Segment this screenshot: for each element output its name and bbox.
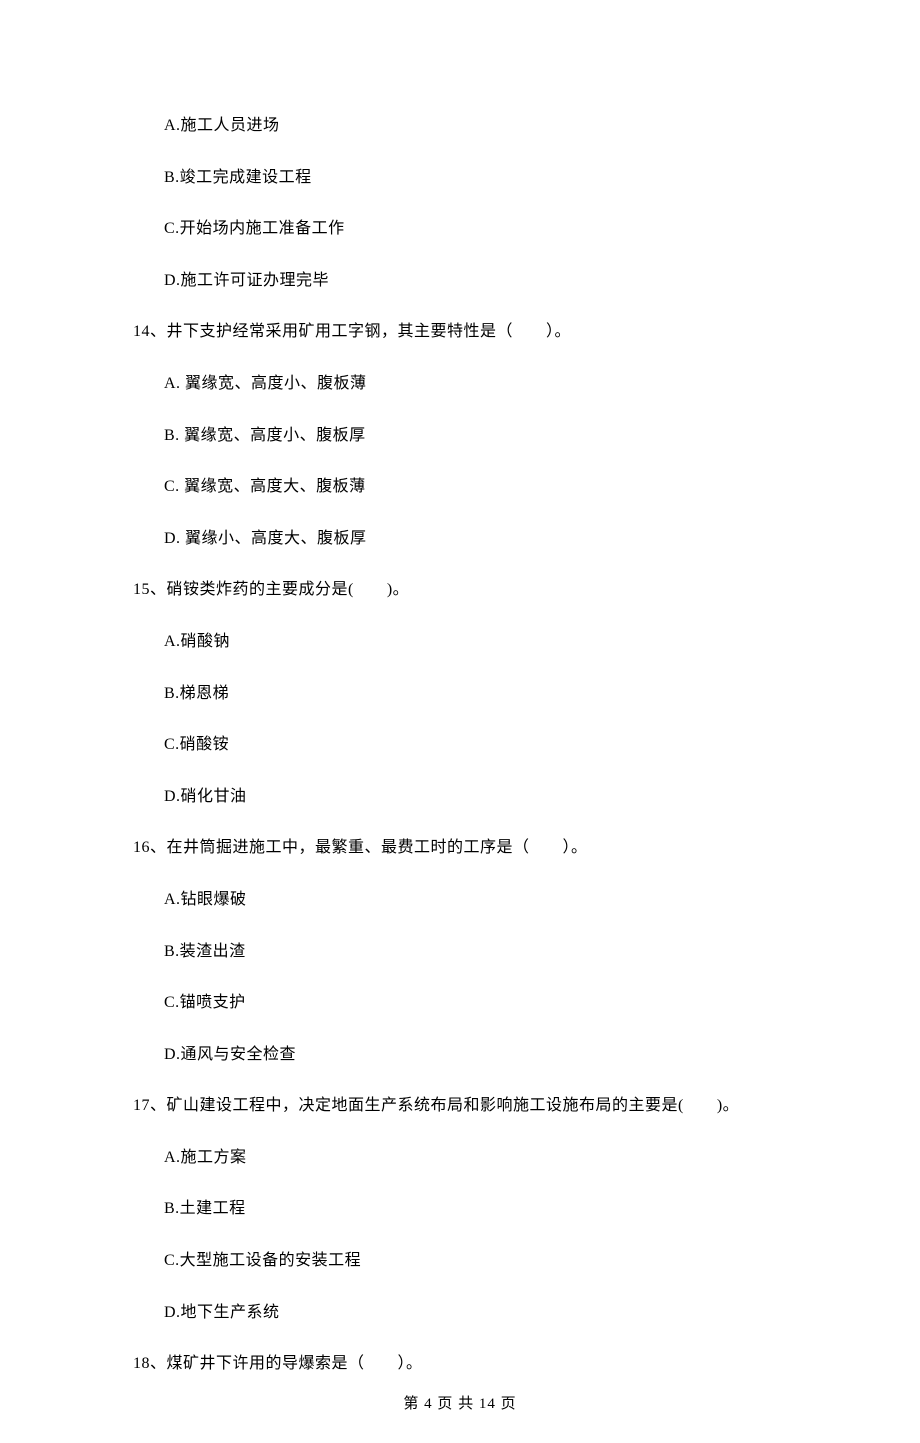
q17-option-b: B.土建工程 (164, 1196, 787, 1222)
q16-option-c: C.锚喷支护 (164, 990, 787, 1016)
q17-option-d: D.地下生产系统 (164, 1300, 787, 1326)
q16-option-d: D.通风与安全检查 (164, 1042, 787, 1068)
q17-text: 17、矿山建设工程中，决定地面生产系统布局和影响施工设施布局的主要是( )。 (133, 1093, 787, 1119)
q15-text: 15、硝铵类炸药的主要成分是( )。 (133, 577, 787, 603)
q14-option-d: D. 翼缘小、高度大、腹板厚 (164, 526, 787, 552)
q15-option-d: D.硝化甘油 (164, 784, 787, 810)
q17-option-a: A.施工方案 (164, 1145, 787, 1171)
q16-option-b: B.装渣出渣 (164, 939, 787, 965)
q17-option-c: C.大型施工设备的安装工程 (164, 1248, 787, 1274)
q13-option-b: B.竣工完成建设工程 (164, 165, 787, 191)
q13-option-a: A.施工人员进场 (164, 113, 787, 139)
q18-text: 18、煤矿井下许用的导爆索是（ ）。 (133, 1351, 787, 1377)
q15-option-a: A.硝酸钠 (164, 629, 787, 655)
q16-text: 16、在井筒掘进施工中，最繁重、最费工时的工序是（ ）。 (133, 835, 787, 861)
q14-option-b: B. 翼缘宽、高度小、腹板厚 (164, 423, 787, 449)
document-content: A.施工人员进场 B.竣工完成建设工程 C.开始场内施工准备工作 D.施工许可证… (0, 0, 920, 1443)
q16-option-a: A.钻眼爆破 (164, 887, 787, 913)
q14-option-a: A. 翼缘宽、高度小、腹板薄 (164, 371, 787, 397)
q15-option-b: B.梯恩梯 (164, 681, 787, 707)
q14-text: 14、井下支护经常采用矿用工字钢，其主要特性是（ ）。 (133, 319, 787, 345)
page-footer: 第 4 页 共 14 页 (0, 1392, 920, 1416)
q13-option-d: D.施工许可证办理完毕 (164, 268, 787, 294)
q15-option-c: C.硝酸铵 (164, 732, 787, 758)
q14-option-c: C. 翼缘宽、高度大、腹板薄 (164, 474, 787, 500)
q13-option-c: C.开始场内施工准备工作 (164, 216, 787, 242)
